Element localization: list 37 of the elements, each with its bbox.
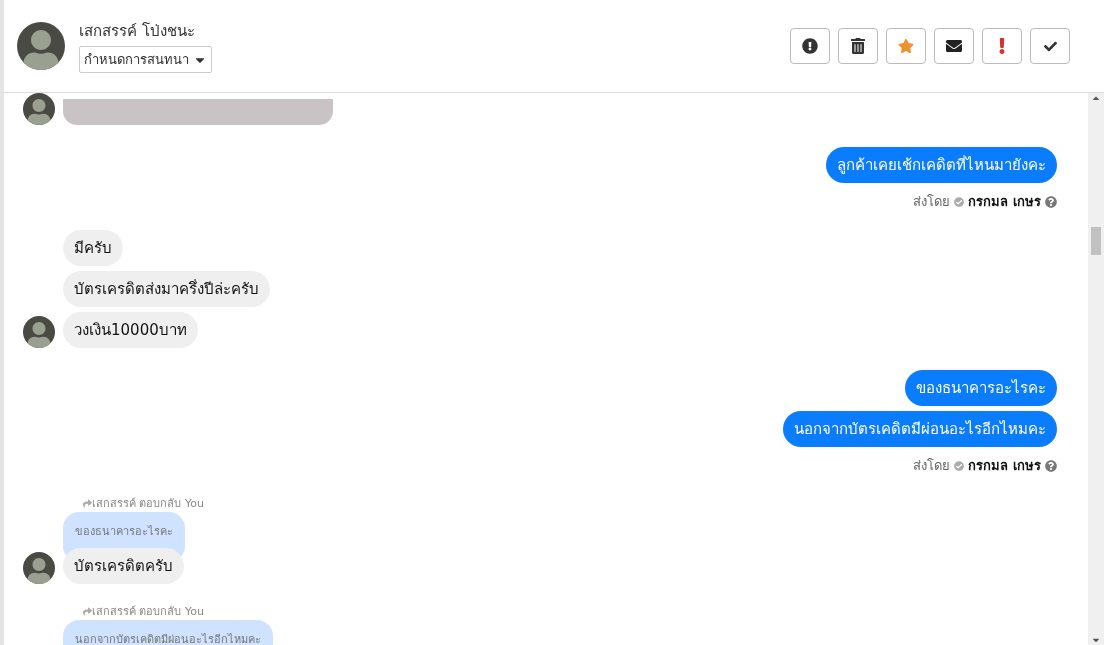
star-icon bbox=[898, 38, 914, 54]
message-bubble: วงเงิน10000บาท bbox=[63, 312, 198, 348]
exclamation-button[interactable] bbox=[982, 28, 1022, 64]
reply-label: เสกสรรค์ ตอบกลับ You bbox=[83, 602, 204, 620]
agent-name: กรกมล เกษร bbox=[968, 193, 1041, 211]
envelope-button[interactable] bbox=[934, 28, 974, 64]
check-button[interactable] bbox=[1030, 28, 1070, 64]
message-bubble: ของธนาคารอะไรคะ bbox=[905, 370, 1057, 406]
help-icon[interactable] bbox=[1045, 195, 1057, 208]
alert-icon bbox=[802, 38, 818, 54]
envelope-icon bbox=[946, 38, 962, 54]
conversation-dropdown[interactable]: กำหนดการสนทนา bbox=[79, 46, 212, 73]
scroll-thumb[interactable] bbox=[1091, 227, 1101, 255]
quoted-message: นอกจากบัตรเคดิตมีผ่อนอะไรอีกไหมคะ bbox=[63, 620, 273, 645]
message-bubble: มีครับ bbox=[63, 230, 123, 266]
check-icon bbox=[1043, 39, 1057, 53]
agent-name: กรกมล เกษร bbox=[968, 457, 1041, 475]
trash-button[interactable] bbox=[838, 28, 878, 64]
message-bubble: บัตรเครดิตครับ bbox=[63, 548, 184, 584]
reply-label: เสกสรรค์ ตอบกลับ You bbox=[83, 494, 204, 512]
message-bubble: ลูกค้าเคยเช้กเคดิตที่ไหนมายังคะ bbox=[826, 147, 1057, 183]
contact-name: เสกสรรค์ โป่งชนะ bbox=[79, 21, 195, 42]
scrollbar[interactable] bbox=[1088, 93, 1104, 645]
star-button[interactable] bbox=[886, 28, 926, 64]
avatar bbox=[23, 316, 55, 348]
share-arrow-icon bbox=[83, 498, 92, 508]
avatar bbox=[23, 93, 55, 125]
message-bubble: บัตรเครดิตส่งมาครึ่งปีล่ะครับ bbox=[63, 271, 270, 307]
message-bubble: นอกจากบัตรเคดิตมีผ่อนอะไรอีกไหมคะ bbox=[783, 411, 1057, 447]
share-arrow-icon bbox=[83, 606, 92, 616]
sent-by-label: ส่งโดย bbox=[913, 193, 951, 211]
avatar bbox=[23, 552, 55, 584]
alert-button[interactable] bbox=[790, 28, 830, 64]
sent-by-label: ส่งโดย bbox=[913, 457, 951, 475]
help-icon[interactable] bbox=[1045, 459, 1057, 472]
contact-avatar bbox=[17, 22, 65, 70]
trash-icon bbox=[850, 38, 866, 54]
